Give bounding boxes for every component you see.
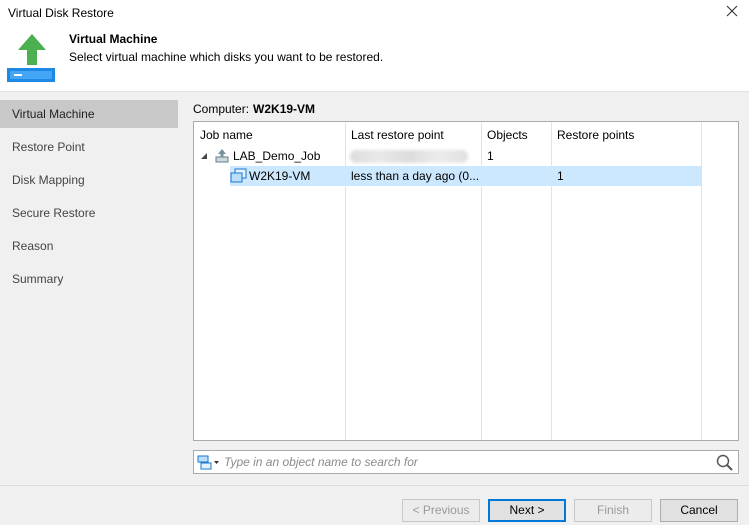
title-bar: Virtual Disk Restore [0, 0, 749, 26]
wizard-steps-sidebar: Virtual Machine Restore Point Disk Mappi… [0, 92, 182, 485]
sidebar-item-reason[interactable]: Reason [0, 232, 178, 260]
sidebar-item-label: Disk Mapping [12, 173, 85, 187]
sidebar-item-label: Virtual Machine [12, 107, 95, 121]
page-title: Virtual Machine [69, 32, 158, 46]
sidebar-item-label: Reason [12, 239, 54, 253]
close-icon[interactable] [723, 2, 741, 20]
wizard-header: Virtual Machine Select virtual machine w… [0, 26, 749, 92]
job-name: LAB_Demo_Job [233, 149, 321, 163]
sidebar-item-label: Restore Point [12, 140, 85, 154]
computer-caption: Computer: [193, 102, 250, 116]
sidebar-item-label: Summary [12, 272, 64, 286]
objects-count: 1 [487, 149, 494, 163]
redacted-restore-point [350, 150, 468, 163]
collapse-toggle-icon[interactable] [200, 146, 208, 166]
sidebar-item-restore-point[interactable]: Restore Point [0, 133, 178, 161]
sidebar-item-virtual-machine[interactable]: Virtual Machine [0, 100, 178, 128]
column-header-job-name[interactable]: Job name [200, 128, 253, 142]
vm-name: W2K19-VM [249, 169, 311, 183]
search-icon[interactable] [715, 453, 735, 472]
sidebar-item-secure-restore[interactable]: Secure Restore [0, 199, 178, 227]
sidebar-item-label: Secure Restore [12, 206, 96, 220]
search-input[interactable] [224, 453, 704, 471]
next-button[interactable]: Next > [488, 499, 566, 522]
computer-label: Computer: W2K19-VM [193, 102, 315, 116]
restore-points-count: 1 [557, 169, 564, 183]
vm-grid[interactable]: Job name Last restore point Objects Rest… [193, 121, 739, 441]
backup-job-icon [214, 148, 230, 164]
column-header-restore-points[interactable]: Restore points [557, 128, 634, 142]
table-row[interactable]: W2K19-VM less than a day ago (0... 1 [230, 166, 702, 186]
main-panel: Computer: W2K19-VM Job name Last restore … [182, 92, 749, 485]
cancel-button[interactable]: Cancel [660, 499, 738, 522]
restore-arrow-icon [6, 32, 58, 84]
last-restore-point: less than a day ago (0... [351, 169, 480, 183]
page-subtitle: Select virtual machine which disks you w… [69, 50, 384, 64]
computer-name: W2K19-VM [253, 102, 316, 116]
column-header-last-restore-point[interactable]: Last restore point [351, 128, 444, 142]
wizard-footer: < Previous Next > Finish Cancel [0, 485, 749, 525]
sidebar-item-disk-mapping[interactable]: Disk Mapping [0, 166, 178, 194]
window-title: Virtual Disk Restore [8, 6, 114, 20]
column-header-objects[interactable]: Objects [487, 128, 528, 142]
sidebar-item-summary[interactable]: Summary [0, 265, 178, 293]
virtual-machine-icon [230, 168, 248, 184]
previous-button[interactable]: < Previous [402, 499, 480, 522]
table-row[interactable]: LAB_Demo_Job 1 [194, 146, 702, 166]
search-bar [193, 450, 739, 474]
finish-button[interactable]: Finish [574, 499, 652, 522]
object-type-dropdown-icon[interactable] [197, 454, 221, 471]
